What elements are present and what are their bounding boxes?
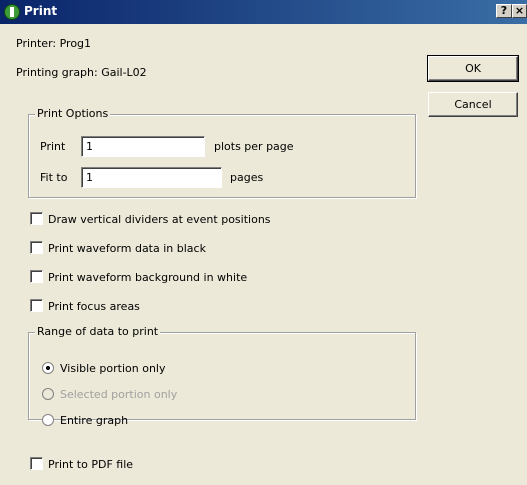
printer-label: Printer: Prog1 — [16, 37, 92, 50]
selected-portion-radio[interactable] — [42, 388, 54, 400]
plots-per-page-label: plots per page — [214, 140, 294, 153]
entire-graph-label: Entire graph — [60, 414, 129, 427]
waveform-black-checkbox[interactable] — [30, 241, 43, 254]
print-options-legend: Print Options — [35, 107, 111, 120]
cancel-button[interactable]: Cancel — [428, 92, 518, 117]
range-group: Range of data to print — [28, 325, 416, 420]
close-button[interactable]: × — [512, 4, 527, 18]
focus-areas-label: Print focus areas — [48, 300, 140, 313]
fit-to-label: Fit to — [40, 171, 68, 184]
help-button[interactable]: ? — [496, 4, 512, 18]
fit-to-pages-input[interactable] — [81, 167, 222, 188]
title-bar: Print ? × — [0, 0, 527, 24]
background-white-checkbox[interactable] — [30, 270, 43, 283]
ok-button[interactable]: OK — [427, 55, 519, 82]
focus-areas-checkbox[interactable] — [30, 299, 43, 312]
entire-graph-radio[interactable] — [42, 414, 54, 426]
range-legend: Range of data to print — [35, 325, 161, 338]
print-dialog: Print ? × Printer: Prog1 Printing graph:… — [0, 0, 527, 485]
pages-label: pages — [230, 171, 264, 184]
pdf-file-checkbox[interactable] — [30, 457, 43, 470]
vertical-dividers-label: Draw vertical dividers at event position… — [48, 213, 271, 226]
visible-portion-radio[interactable] — [42, 362, 54, 374]
vertical-dividers-checkbox[interactable] — [30, 212, 43, 225]
waveform-black-label: Print waveform data in black — [48, 242, 206, 255]
background-white-label: Print waveform background in white — [48, 271, 248, 284]
app-icon — [4, 4, 20, 20]
print-count-label: Print — [40, 140, 66, 153]
visible-portion-label: Visible portion only — [60, 362, 166, 375]
pdf-file-label: Print to PDF file — [48, 458, 134, 471]
dialog-title: Print — [24, 4, 58, 18]
plots-per-page-input[interactable] — [81, 136, 205, 157]
selected-portion-label: Selected portion only — [60, 388, 178, 401]
printing-graph-label: Printing graph: Gail-L02 — [16, 66, 147, 79]
